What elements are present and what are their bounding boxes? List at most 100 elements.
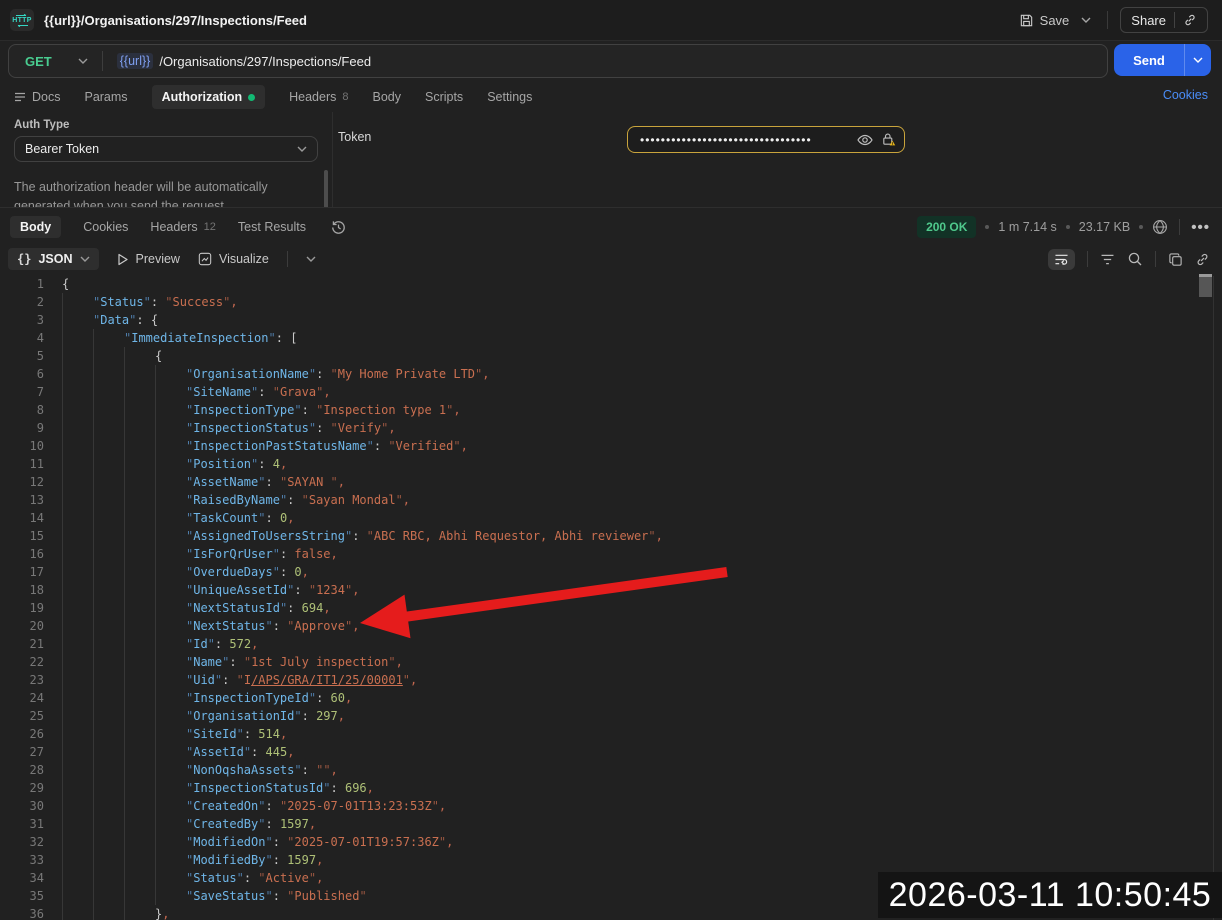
indent-guide: [155, 815, 186, 833]
preview-button[interactable]: Preview: [117, 252, 180, 266]
http-request-icon: HTTP: [10, 9, 34, 31]
response-time[interactable]: 1 m 7.14 s: [998, 220, 1056, 234]
code-line: 2"Status": "Success",: [0, 293, 1196, 311]
indent-guide: [62, 581, 93, 599]
tab-params[interactable]: Params: [84, 90, 127, 104]
indent-guide: [124, 437, 155, 455]
filter-icon[interactable]: [1100, 254, 1115, 265]
method-selector[interactable]: GET: [9, 54, 102, 69]
tab-headers[interactable]: Headers 8: [289, 90, 348, 104]
tab-docs[interactable]: Docs: [14, 90, 60, 104]
indent-guide: [93, 797, 124, 815]
scrollbar-track: [1213, 276, 1214, 920]
pane-splitter[interactable]: [0, 207, 1222, 208]
request-tabs: Docs Params Authorization Headers 8 Body…: [0, 82, 1222, 112]
separator-dot: [985, 225, 989, 229]
more-options-icon[interactable]: •••: [1191, 219, 1210, 236]
indent-guide: [93, 383, 124, 401]
line-number: 23: [0, 671, 44, 689]
save-dropdown-button[interactable]: [1077, 13, 1095, 27]
response-size[interactable]: 23.17 KB: [1079, 220, 1130, 234]
indent-guide: [155, 365, 186, 383]
lock-warning-icon[interactable]: [881, 132, 896, 147]
indent-guide: [124, 707, 155, 725]
line-number: 21: [0, 635, 44, 653]
response-tab-cookies[interactable]: Cookies: [83, 220, 128, 234]
window-header: HTTP {{url}}/Organisations/297/Inspectio…: [0, 0, 1222, 41]
token-label: Token: [338, 130, 371, 144]
indent-guide: [62, 419, 93, 437]
response-body-json[interactable]: 1{2"Status": "Success",3"Data": {4"Immed…: [0, 275, 1196, 920]
indent-guide: [155, 617, 186, 635]
indent-guide: [93, 545, 124, 563]
tab-scripts[interactable]: Scripts: [425, 90, 463, 104]
line-number: 10: [0, 437, 44, 455]
indent-guide: [155, 437, 186, 455]
line-number: 17: [0, 563, 44, 581]
format-selector[interactable]: {} JSON: [8, 248, 99, 270]
token-masked-value: •••••••••••••••••••••••••••••••••: [640, 135, 849, 145]
code-line: 4"ImmediateInspection": [: [0, 329, 1196, 347]
line-number: 29: [0, 779, 44, 797]
scrollbar-thumb[interactable]: [1199, 274, 1212, 297]
response-history-icon[interactable]: [330, 219, 347, 236]
indent-guide: [93, 581, 124, 599]
send-dropdown-button[interactable]: [1184, 44, 1211, 76]
indent-guide: [93, 617, 124, 635]
response-tab-test-results[interactable]: Test Results: [238, 220, 306, 234]
indent-guide: [155, 599, 186, 617]
indent-guide: [124, 383, 155, 401]
line-number: 30: [0, 797, 44, 815]
indent-guide: [93, 905, 124, 920]
globe-icon[interactable]: [1152, 219, 1168, 235]
auth-scrollbar[interactable]: [324, 170, 328, 207]
tab-authorization[interactable]: Authorization: [152, 85, 266, 109]
response-tab-headers[interactable]: Headers 12: [150, 220, 216, 234]
docs-icon: [14, 92, 26, 102]
indent-guide: [93, 599, 124, 617]
indent-guide: [62, 833, 93, 851]
line-number: 35: [0, 887, 44, 905]
tab-settings[interactable]: Settings: [487, 90, 532, 104]
indent-guide: [62, 725, 93, 743]
indent-guide: [93, 869, 124, 887]
indent-guide: [124, 869, 155, 887]
visualize-button[interactable]: Visualize: [198, 252, 269, 266]
search-icon[interactable]: [1127, 251, 1143, 267]
save-button[interactable]: Save: [1019, 13, 1070, 28]
tab-body[interactable]: Body: [372, 90, 401, 104]
indent-guide: [93, 473, 124, 491]
response-view-icons: [1048, 245, 1210, 273]
copy-icon[interactable]: [1168, 252, 1183, 267]
code-lines: 1{2"Status": "Success",3"Data": {4"Immed…: [0, 275, 1196, 920]
chevron-down-icon: [78, 58, 88, 64]
indent-guide: [62, 599, 93, 617]
indent-guide: [124, 401, 155, 419]
share-button[interactable]: Share: [1120, 7, 1208, 33]
indent-guide: [155, 455, 186, 473]
code-line: 12"AssetName": "SAYAN ",: [0, 473, 1196, 491]
line-number: 7: [0, 383, 44, 401]
cookies-link[interactable]: Cookies: [1163, 88, 1208, 102]
divider: [1087, 251, 1088, 267]
response-tab-body[interactable]: Body: [10, 216, 61, 238]
link-icon[interactable]: [1195, 252, 1210, 267]
url-input[interactable]: {{url}} /Organisations/297/Inspections/F…: [103, 53, 371, 69]
indent-guide: [62, 293, 93, 311]
auth-active-dot: [248, 94, 255, 101]
auth-type-select[interactable]: Bearer Token: [14, 136, 318, 162]
status-badge[interactable]: 200 OK: [917, 216, 976, 238]
line-number: 8: [0, 401, 44, 419]
wrap-text-icon[interactable]: [1048, 249, 1075, 270]
visualize-dropdown-icon[interactable]: [306, 256, 316, 262]
code-line: 27"AssetId": 445,: [0, 743, 1196, 761]
share-link-icon[interactable]: [1183, 13, 1197, 27]
eye-icon[interactable]: [857, 134, 873, 146]
token-input[interactable]: •••••••••••••••••••••••••••••••••: [627, 126, 905, 153]
indent-guide: [93, 527, 124, 545]
code-line: 29"InspectionStatusId": 696,: [0, 779, 1196, 797]
indent-guide: [124, 689, 155, 707]
indent-guide: [62, 401, 93, 419]
send-button[interactable]: Send: [1114, 44, 1184, 76]
line-number: 2: [0, 293, 44, 311]
